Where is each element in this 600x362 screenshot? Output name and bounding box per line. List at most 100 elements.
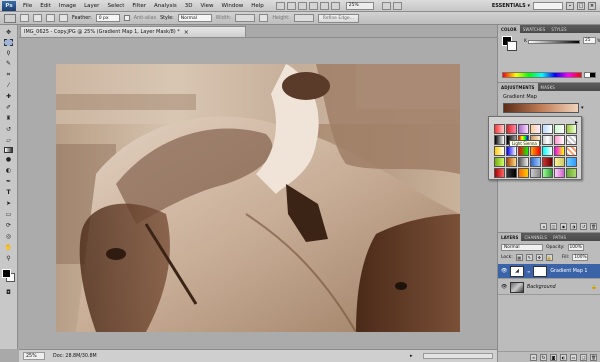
path-selection-tool-icon[interactable]: ➤	[3, 199, 14, 208]
blend-mode-select[interactable]: Normal	[501, 244, 543, 251]
zoom-tool-icon[interactable]	[319, 1, 329, 10]
gradient-preset[interactable]	[566, 124, 577, 134]
new-selection-button[interactable]	[20, 14, 29, 22]
layer-name[interactable]: Gradient Map 1	[550, 269, 587, 274]
color-spectrum-ramp[interactable]	[502, 72, 582, 78]
gradient-preset[interactable]	[542, 146, 553, 156]
status-menu-arrow-icon[interactable]: ▸	[410, 353, 415, 359]
menu-image[interactable]: Image	[55, 3, 80, 9]
gradient-preset[interactable]	[506, 146, 517, 156]
marquee-tool-icon[interactable]	[4, 39, 13, 46]
black-white-ramp[interactable]	[584, 72, 596, 78]
close-window-button[interactable]: ×	[588, 1, 596, 10]
tab-channels[interactable]: CHANNELS	[521, 233, 550, 241]
gradient-preset[interactable]	[566, 146, 577, 156]
quick-mask-icon[interactable]: ◘	[3, 288, 14, 297]
refine-edge-button[interactable]: Refine Edge...	[317, 13, 359, 23]
gradient-preset[interactable]	[542, 168, 553, 178]
subtract-selection-button[interactable]	[46, 14, 55, 22]
quick-select-tool-icon[interactable]: ✎	[3, 59, 14, 68]
gradient-preset[interactable]	[518, 168, 529, 178]
screen-mode-icon[interactable]	[392, 1, 402, 10]
gradient-preset[interactable]	[494, 168, 505, 178]
hand-tool-icon[interactable]: ✋	[3, 243, 14, 252]
document-image[interactable]	[56, 64, 460, 332]
gradient-preset[interactable]	[530, 146, 541, 156]
new-adjustment-icon[interactable]: ◐	[560, 353, 567, 361]
lasso-tool-icon[interactable]: ϙ	[3, 48, 14, 57]
type-tool-icon[interactable]: T	[3, 188, 14, 197]
gradient-tool-icon[interactable]	[4, 147, 13, 153]
gradient-preset[interactable]	[554, 157, 565, 167]
style-select[interactable]: Normal	[177, 14, 212, 22]
link-layers-icon[interactable]: ∞	[530, 353, 537, 361]
healing-brush-tool-icon[interactable]: ✚	[3, 92, 14, 101]
foreground-color-swatch[interactable]	[1, 269, 11, 278]
layer-name[interactable]: Background	[527, 285, 556, 290]
zoom-level-select[interactable]: 25%	[345, 1, 374, 10]
gradient-preset[interactable]	[542, 124, 553, 134]
gradient-preset[interactable]	[554, 124, 565, 134]
history-brush-tool-icon[interactable]: ↺	[3, 125, 14, 134]
menu-view[interactable]: View	[196, 3, 217, 9]
maximize-button[interactable]: □	[577, 1, 585, 10]
feather-input[interactable]: 0 px	[95, 14, 120, 22]
antialias-checkbox[interactable]	[123, 15, 130, 21]
color-panel-background-swatch[interactable]	[507, 41, 517, 51]
gradient-preset[interactable]	[518, 124, 529, 134]
gradient-preset[interactable]	[494, 146, 505, 156]
close-document-icon[interactable]: ×	[184, 29, 189, 36]
view-previous-icon[interactable]: ◑	[570, 223, 577, 230]
workspace-label[interactable]: ESSENTIALS ▾	[492, 3, 530, 9]
gradient-preset[interactable]	[494, 124, 505, 134]
hand-tool-icon[interactable]	[308, 1, 318, 10]
new-layer-icon[interactable]: ❏	[580, 353, 587, 361]
gradient-preset[interactable]	[530, 168, 541, 178]
gradient-preset[interactable]	[566, 168, 577, 178]
3d-orbit-tool-icon[interactable]: ◎	[3, 232, 14, 241]
eraser-tool-icon[interactable]: ▱	[3, 136, 14, 145]
gradient-preset[interactable]	[494, 135, 505, 145]
gradient-preset[interactable]	[542, 135, 553, 145]
tab-styles[interactable]: STYLES	[548, 25, 569, 33]
clip-to-layer-icon[interactable]: ◫	[550, 223, 557, 230]
lock-transparency-icon[interactable]: ▦	[515, 254, 523, 261]
swap-dimensions-icon[interactable]	[259, 14, 269, 22]
return-to-list-icon[interactable]: ◂	[540, 223, 547, 230]
dodge-tool-icon[interactable]: ◐	[3, 166, 14, 175]
gradient-preset[interactable]	[554, 146, 565, 156]
gradient-preset[interactable]	[542, 157, 553, 167]
mini-bridge-icon[interactable]	[286, 1, 296, 10]
gradient-preset[interactable]	[518, 157, 529, 167]
eyedropper-tool-icon[interactable]: ⁄	[3, 81, 14, 90]
tab-paths[interactable]: PATHS	[550, 233, 569, 241]
gradient-preset[interactable]	[506, 168, 517, 178]
gradient-preset[interactable]	[566, 135, 577, 145]
layer-mask-thumbnail[interactable]	[533, 265, 548, 277]
lock-position-icon[interactable]: ✥	[535, 254, 543, 261]
horizontal-scrollbar[interactable]	[423, 353, 493, 359]
minimize-button[interactable]: –	[566, 1, 574, 10]
delete-adjustment-icon[interactable]: 🗑	[590, 223, 597, 230]
visibility-toggle-icon[interactable]: ◉	[560, 223, 567, 230]
gradient-preset[interactable]	[566, 157, 577, 167]
zoom-tool-icon[interactable]: ⚲	[3, 254, 14, 263]
lock-all-icon[interactable]: 🔒	[545, 254, 553, 261]
intersect-selection-button[interactable]	[59, 14, 68, 22]
menu-edit[interactable]: Edit	[36, 3, 55, 9]
move-tool-icon[interactable]: ✥	[3, 28, 14, 37]
gradient-preset[interactable]	[530, 157, 541, 167]
opacity-input[interactable]: 100%	[567, 244, 584, 251]
arrange-documents-icon[interactable]	[381, 1, 391, 10]
search-input[interactable]	[533, 1, 563, 10]
menu-window[interactable]: Window	[218, 3, 248, 9]
gradient-preset[interactable]	[506, 157, 517, 167]
width-input[interactable]	[235, 14, 256, 22]
menu-help[interactable]: Help	[247, 3, 268, 9]
layer-row-background[interactable]: 👁 Background 🔒	[498, 280, 600, 295]
menu-analysis[interactable]: Analysis	[150, 3, 181, 9]
bridge-icon[interactable]	[275, 1, 285, 10]
adjustment-layer-thumbnail[interactable]: ◢	[510, 265, 524, 277]
fill-input[interactable]: 100%	[572, 254, 589, 261]
add-mask-icon[interactable]: ◙	[550, 353, 557, 361]
